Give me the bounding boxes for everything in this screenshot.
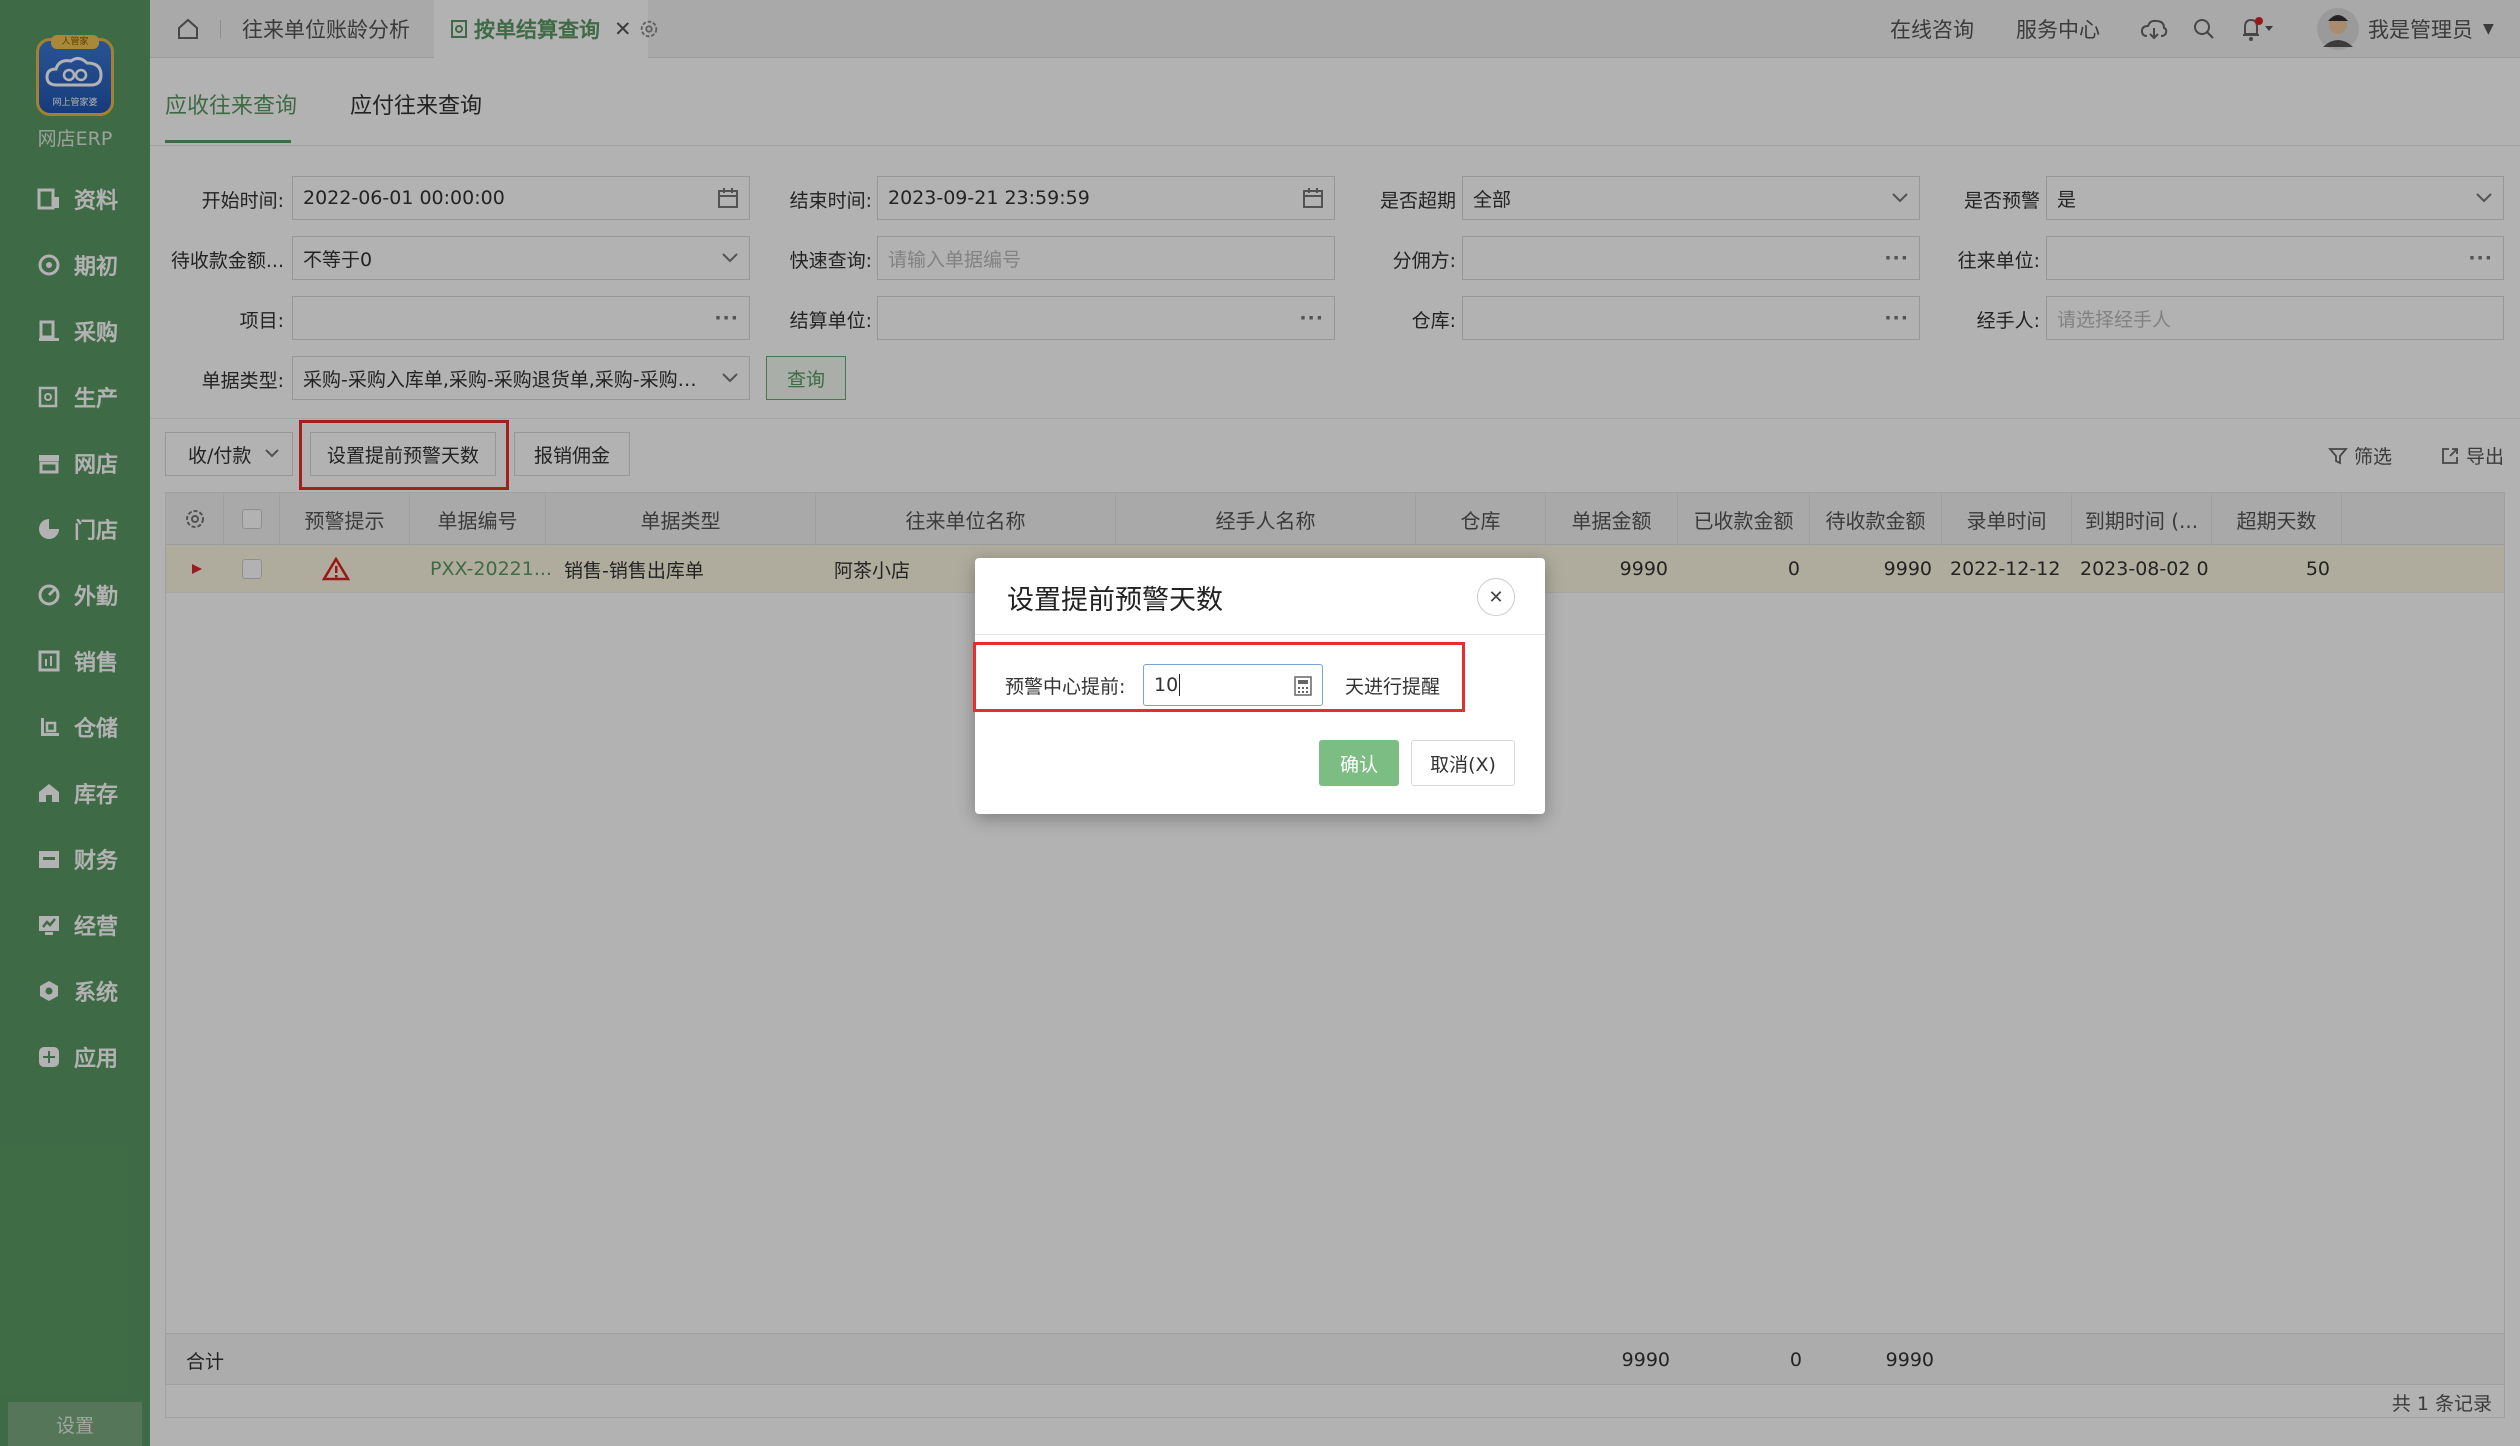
confirm-button[interactable]: 确认 <box>1319 740 1399 786</box>
set-warn-days-dialog: 设置提前预警天数 ✕ 预警中心提前: 10 天进行提醒 确认 取消(X) <box>973 558 1545 814</box>
highlight-box <box>973 642 1465 712</box>
dialog-divider <box>975 634 1545 635</box>
dialog-title: 设置提前预警天数 <box>1007 585 1223 616</box>
close-icon[interactable]: ✕ <box>1477 578 1515 616</box>
cancel-button[interactable]: 取消(X) <box>1411 740 1515 786</box>
